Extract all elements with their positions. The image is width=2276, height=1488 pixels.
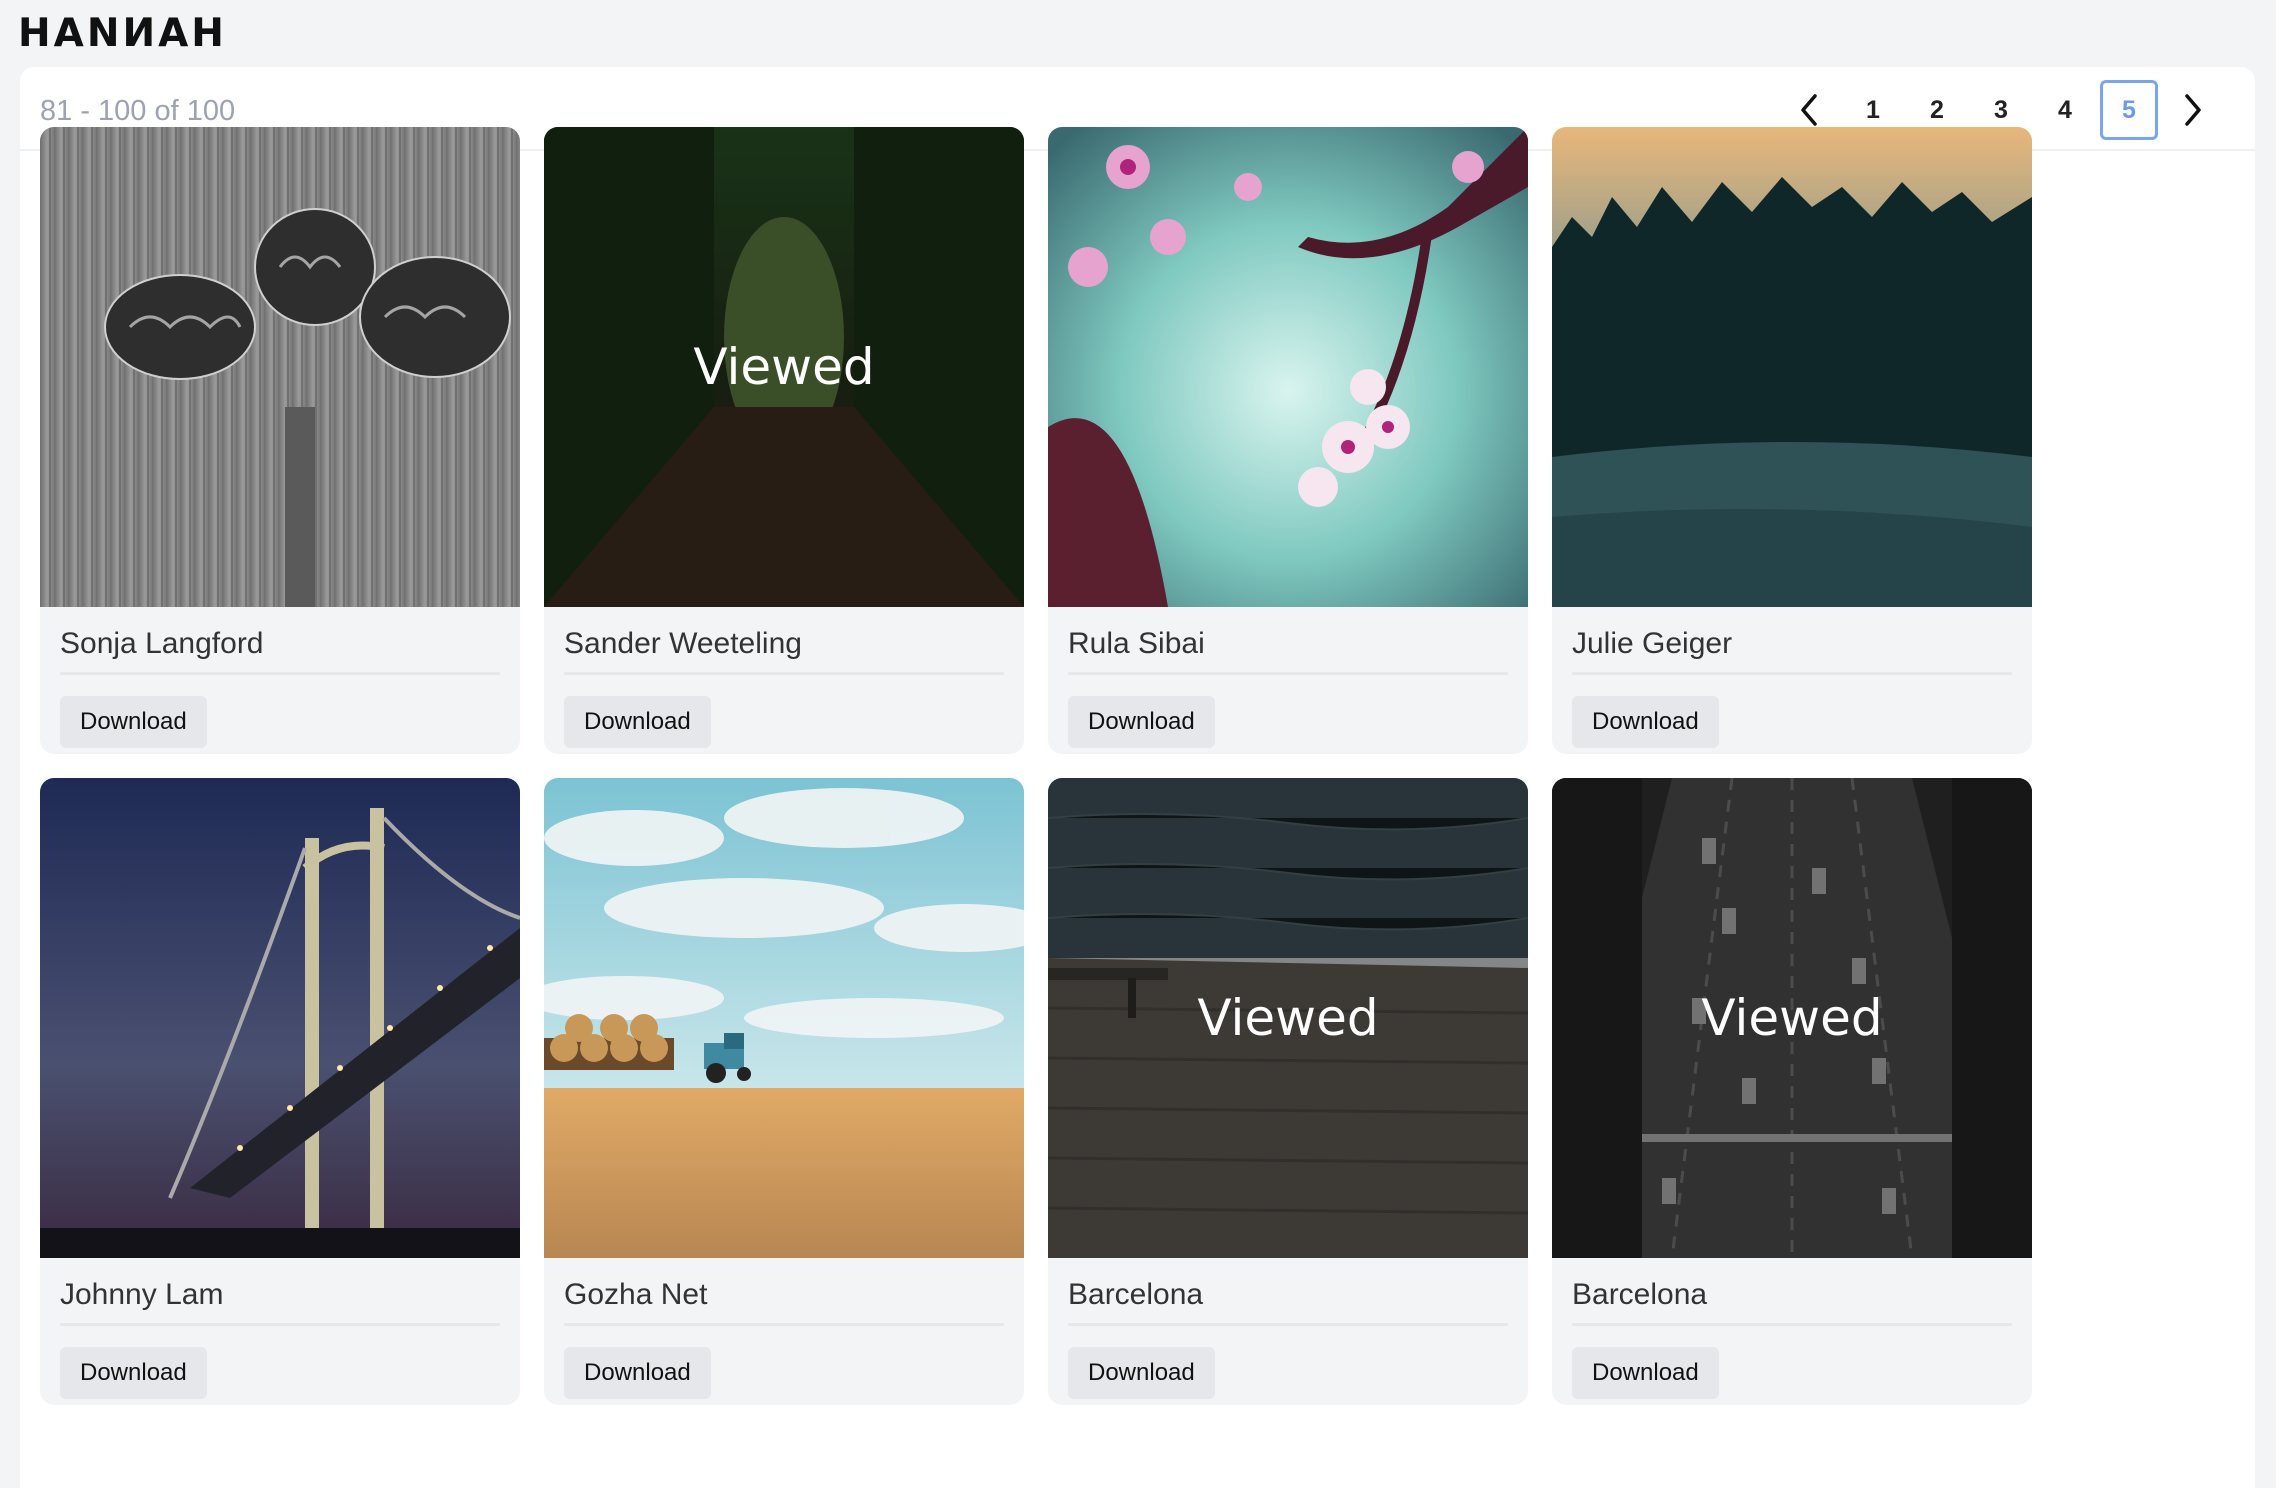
photo-author: Johnny Lam (60, 1278, 224, 1311)
photo-grid: Sonja Langford Download Viewed Sander We… (40, 127, 2032, 1405)
app-logo: HANИAH (18, 11, 227, 56)
download-button[interactable]: Download (1572, 1347, 1719, 1399)
photo-thumbnail[interactable] (544, 778, 1024, 1258)
photo-thumbnail[interactable] (1552, 127, 2032, 607)
download-button[interactable]: Download (564, 1347, 711, 1399)
photo-author: Julie Geiger (1572, 627, 1733, 660)
photo-thumbnail[interactable] (40, 778, 520, 1258)
photo-card: Viewed Sander Weeteling Download (544, 127, 1024, 754)
photo-thumbnail[interactable] (40, 127, 520, 607)
photo-author: Barcelona (1572, 1278, 1708, 1311)
download-button[interactable]: Download (1068, 696, 1215, 748)
photo-card: Sonja Langford Download (40, 127, 520, 754)
tractor-field-image (544, 778, 1024, 1258)
photo-card: Johnny Lam Download (40, 778, 520, 1405)
divider (564, 672, 1004, 675)
photo-author: Sonja Langford (60, 627, 264, 660)
divider (1068, 1323, 1508, 1326)
photo-author: Rula Sibai (1068, 627, 1205, 660)
photo-card: Julie Geiger Download (1552, 127, 2032, 754)
photo-card: Viewed Barcelona Download (1048, 778, 1528, 1405)
photo-thumbnail[interactable]: Viewed (1048, 778, 1528, 1258)
viewed-overlay: Viewed (1552, 778, 2032, 1258)
divider (1572, 672, 2012, 675)
next-page-button[interactable] (2161, 80, 2225, 140)
result-range-text: 81 - 100 of 100 (40, 95, 236, 127)
viewed-overlay: Viewed (544, 127, 1024, 607)
pine-cones-image (40, 127, 520, 607)
photo-author: Barcelona (1068, 1278, 1204, 1311)
download-button[interactable]: Download (60, 1347, 207, 1399)
photo-author: Gozha Net (564, 1278, 708, 1311)
divider (1068, 672, 1508, 675)
viewed-overlay: Viewed (1048, 778, 1528, 1258)
photo-author: Sander Weeteling (564, 627, 802, 660)
photo-card: Gozha Net Download (544, 778, 1024, 1405)
suspension-bridge-image (40, 778, 520, 1258)
pine-forest-image (1552, 127, 2032, 607)
download-button[interactable]: Download (1572, 696, 1719, 748)
photo-thumbnail[interactable]: Viewed (544, 127, 1024, 607)
download-button[interactable]: Download (60, 696, 207, 748)
divider (60, 1323, 500, 1326)
divider (60, 672, 500, 675)
photo-card: Rula Sibai Download (1048, 127, 1528, 754)
divider (564, 1323, 1004, 1326)
chevron-right-icon (2185, 94, 2201, 126)
page-button-5-current[interactable]: 5 (2100, 80, 2158, 140)
photo-thumbnail[interactable] (1048, 127, 1528, 607)
divider (1572, 1323, 2012, 1326)
download-button[interactable]: Download (564, 696, 711, 748)
photo-card: Viewed Barcelona Download (1552, 778, 2032, 1405)
cherry-blossom-image (1048, 127, 1528, 607)
chevron-left-icon (1801, 94, 1817, 126)
photo-thumbnail[interactable]: Viewed (1552, 778, 2032, 1258)
download-button[interactable]: Download (1068, 1347, 1215, 1399)
page-button-4[interactable]: 4 (2036, 80, 2094, 140)
